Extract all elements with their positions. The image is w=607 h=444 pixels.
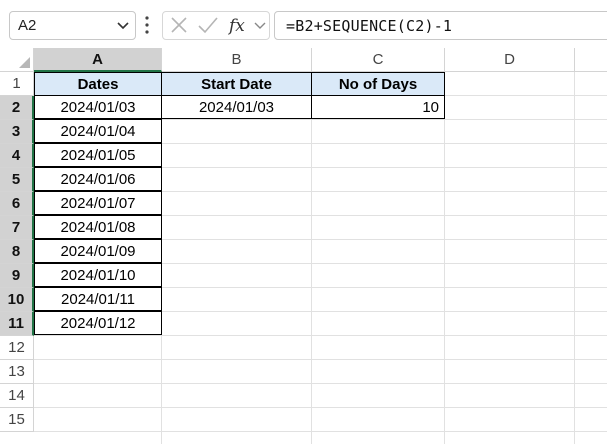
svg-text:fx: fx xyxy=(227,16,245,36)
select-all-icon xyxy=(19,57,30,68)
row-header-4[interactable]: 4 xyxy=(0,144,34,168)
cell-a6-date[interactable]: 2024/01/07 xyxy=(34,191,162,215)
row-header-8[interactable]: 8 xyxy=(0,240,34,264)
gridline xyxy=(574,72,575,444)
cell-a2-date[interactable]: 2024/01/03 xyxy=(34,95,162,119)
column-header-d[interactable]: D xyxy=(445,48,575,72)
cell-a3-date[interactable]: 2024/01/04 xyxy=(34,119,162,143)
gridline xyxy=(444,72,445,444)
gridline xyxy=(34,431,607,432)
cell-a1-header-dates[interactable]: Dates xyxy=(34,72,162,96)
more-options-icon[interactable] xyxy=(143,14,151,36)
row-header-12[interactable]: 12 xyxy=(0,336,34,360)
row-header-13[interactable]: 13 xyxy=(0,360,34,384)
gridline xyxy=(311,72,312,444)
formula-actions: fx xyxy=(162,11,270,40)
row-header-3[interactable]: 3 xyxy=(0,120,34,144)
gridline xyxy=(34,383,607,384)
column-header-e-partial[interactable] xyxy=(575,48,607,72)
column-header-c[interactable]: C xyxy=(312,48,445,72)
row-header-15[interactable]: 15 xyxy=(0,408,34,432)
formula-text: =B2+SEQUENCE(C2)-1 xyxy=(286,17,453,35)
row-header-10[interactable]: 10 xyxy=(0,288,34,312)
gridline xyxy=(34,335,607,336)
cell-area[interactable]: Dates Start Date No of Days 2024/01/03 2… xyxy=(34,72,607,444)
cell-c1-header-no-of-days[interactable]: No of Days xyxy=(311,72,445,96)
cell-b1-header-start-date[interactable]: Start Date xyxy=(161,72,312,96)
row-header-1[interactable]: 1 xyxy=(0,72,34,96)
cancel-icon[interactable] xyxy=(170,12,188,39)
row-header-14[interactable]: 14 xyxy=(0,384,34,408)
gridline xyxy=(34,359,607,360)
gridline xyxy=(34,407,607,408)
column-header-a[interactable]: A xyxy=(34,48,162,72)
formula-toolbar: A2 fx =B2+SEQUENCE(C2)-1 xyxy=(0,0,607,48)
row-header-2[interactable]: 2 xyxy=(0,96,34,120)
column-header-b[interactable]: B xyxy=(162,48,312,72)
cell-a11-date[interactable]: 2024/01/12 xyxy=(34,311,162,335)
insert-function-icon[interactable]: fx xyxy=(227,12,249,39)
formula-input[interactable]: =B2+SEQUENCE(C2)-1 xyxy=(274,11,607,40)
cell-a4-date[interactable]: 2024/01/05 xyxy=(34,143,162,167)
row-header-7[interactable]: 7 xyxy=(0,216,34,240)
cell-a7-date[interactable]: 2024/01/08 xyxy=(34,215,162,239)
row-header-11[interactable]: 11 xyxy=(0,312,34,336)
row-header-6[interactable]: 6 xyxy=(0,192,34,216)
row-header-9[interactable]: 9 xyxy=(0,264,34,288)
chevron-down-icon[interactable] xyxy=(117,21,129,31)
cell-a5-date[interactable]: 2024/01/06 xyxy=(34,167,162,191)
row-header-5[interactable]: 5 xyxy=(0,168,34,192)
worksheet-grid: A B C D 1 2 3 4 5 6 7 8 9 10 11 12 13 14… xyxy=(0,48,607,444)
name-box[interactable]: A2 xyxy=(9,11,136,40)
select-all-button[interactable] xyxy=(0,48,34,72)
name-box-value: A2 xyxy=(18,17,37,34)
cell-c2-no-of-days[interactable]: 10 xyxy=(311,95,445,119)
cell-a8-date[interactable]: 2024/01/09 xyxy=(34,239,162,263)
cell-a10-date[interactable]: 2024/01/11 xyxy=(34,287,162,311)
enter-check-icon[interactable] xyxy=(197,12,219,39)
cell-a9-date[interactable]: 2024/01/10 xyxy=(34,263,162,287)
cell-b2-start-date[interactable]: 2024/01/03 xyxy=(161,95,312,119)
chevron-down-icon[interactable] xyxy=(253,12,267,39)
